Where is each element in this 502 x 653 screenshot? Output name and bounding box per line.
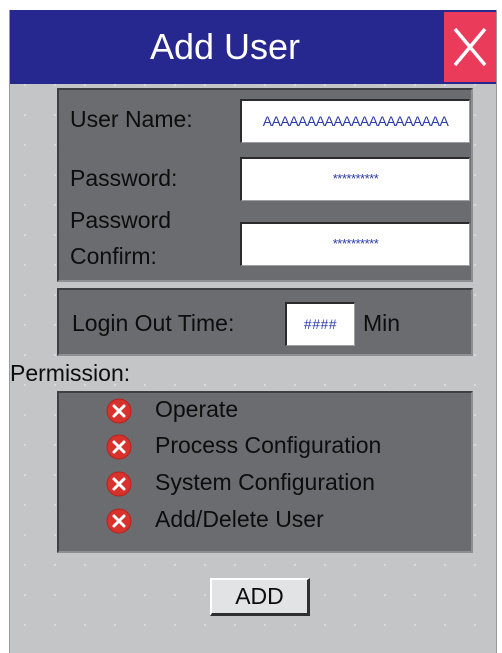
password-confirm-label-line2: Confirm: [70,243,157,269]
password-label: Password: [70,165,178,191]
close-icon [453,27,487,67]
logout-time-field[interactable]: #### [285,302,355,346]
permission-label: Add/Delete User [155,506,324,532]
dialog-title: Add User [149,26,301,67]
title-bar: Add User [10,10,496,84]
permission-label: Process Configuration [155,432,382,458]
add-button[interactable]: ADD [210,578,310,616]
logout-time-label: Login Out Time: [72,310,235,336]
username-field[interactable]: AAAAAAAAAAAAAAAAAAAAA [240,99,470,143]
password-confirm-label-line1: Password [70,207,171,233]
logout-time-unit: Min [363,310,401,336]
close-button[interactable] [444,12,496,82]
unchecked-x-icon [106,434,132,460]
add-user-dialog: Add User User Name: AAAAAAAAAAAAAAAAAAAA… [9,10,497,653]
unchecked-x-icon [106,508,132,534]
password-confirm-field[interactable]: ********** [240,222,470,266]
permission-label: Operate [155,396,239,422]
username-label: User Name: [70,106,193,132]
permission-label: System Configuration [155,469,375,495]
unchecked-x-icon [106,471,132,497]
permission-heading: Permission: [10,360,131,386]
unchecked-x-icon [106,398,132,424]
password-field[interactable]: ********** [240,157,470,201]
